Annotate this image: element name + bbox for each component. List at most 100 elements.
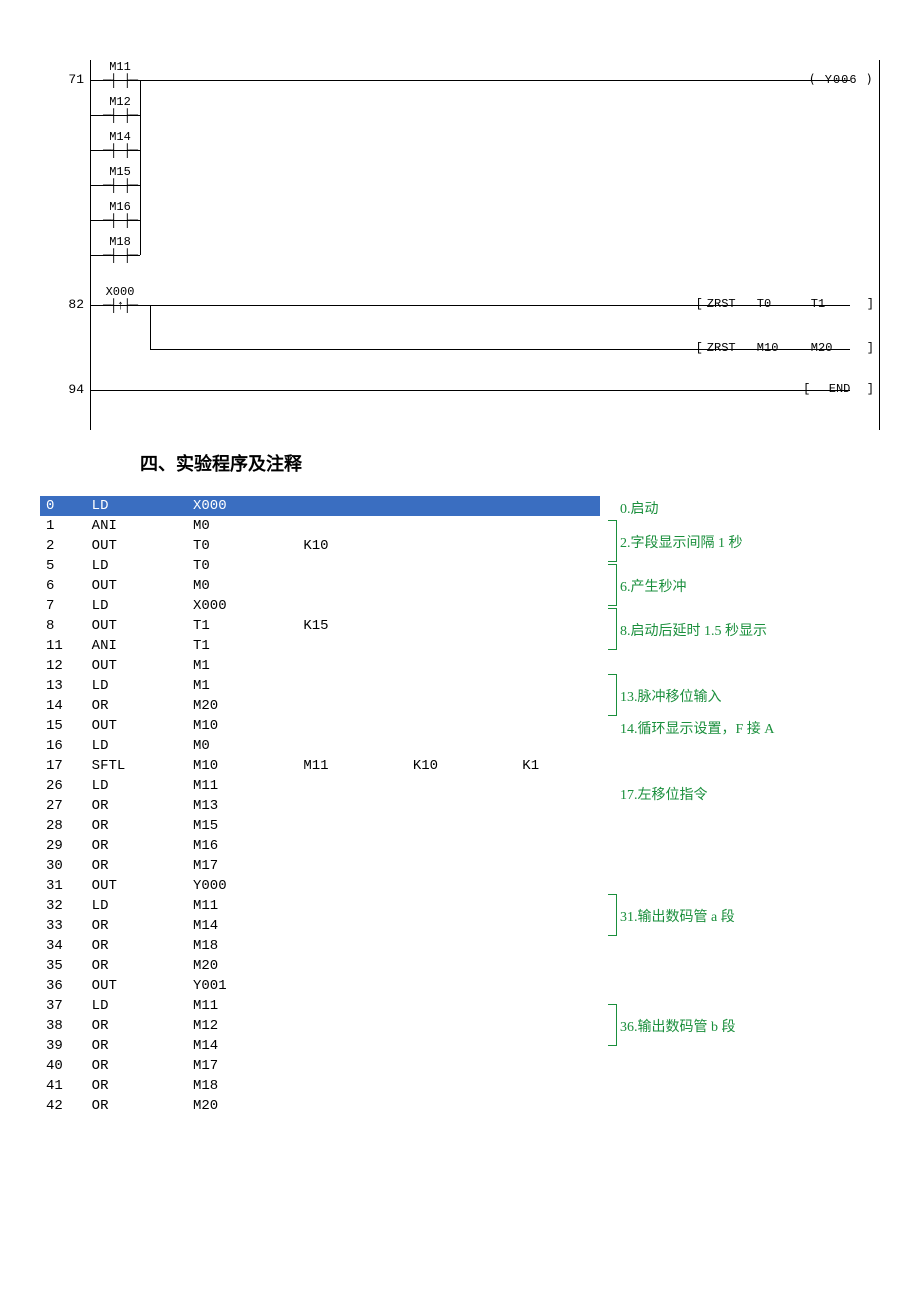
cell-a1: M0 [189, 576, 299, 596]
cell-a3: K10 [409, 756, 518, 776]
cell-a2 [299, 556, 408, 576]
table-row: 5LDT0 [40, 556, 600, 576]
box-arg: T0 [757, 297, 811, 311]
cell-op: LD [88, 996, 189, 1016]
table-row: 30ORM17 [40, 856, 600, 876]
rung-number: 71 [60, 72, 84, 87]
table-row: 39ORM14 [40, 1036, 600, 1056]
table-row: 35ORM20 [40, 956, 600, 976]
cell-a3 [409, 1016, 518, 1036]
contact-label: M11 [100, 60, 140, 74]
note-bracket-icon [608, 674, 617, 716]
cell-step: 30 [40, 856, 88, 876]
cell-step: 29 [40, 836, 88, 856]
cell-step: 14 [40, 696, 88, 716]
cell-step: 7 [40, 596, 88, 616]
ladder-wire [90, 80, 850, 81]
cell-a2 [299, 596, 408, 616]
table-row: 6OUTM0 [40, 576, 600, 596]
cell-a1: M15 [189, 816, 299, 836]
cell-step: 36 [40, 976, 88, 996]
cell-op: LD [88, 776, 189, 796]
cell-op: OR [88, 696, 189, 716]
cell-a4 [518, 856, 600, 876]
cell-step: 35 [40, 956, 88, 976]
cell-a2 [299, 1056, 408, 1076]
cell-step: 2 [40, 536, 88, 556]
cell-a4 [518, 576, 600, 596]
cell-op: OR [88, 1016, 189, 1036]
cell-a2 [299, 516, 408, 536]
table-row: 28ORM15 [40, 816, 600, 836]
table-row: 1ANIM0 [40, 516, 600, 536]
ladder-rail-right [879, 60, 880, 430]
contact-label: M12 [100, 95, 140, 109]
cell-op: OR [88, 1056, 189, 1076]
cell-a2 [299, 936, 408, 956]
cell-step: 41 [40, 1076, 88, 1096]
cell-a1: M20 [189, 696, 299, 716]
contact-no: M18 ─┤ ├─ [100, 235, 140, 263]
cell-step: 34 [40, 936, 88, 956]
cell-a2 [299, 716, 408, 736]
cell-a1: M11 [189, 896, 299, 916]
cell-a1: T1 [189, 616, 299, 636]
cell-step: 16 [40, 736, 88, 756]
cell-a4 [518, 1076, 600, 1096]
cell-a4 [518, 956, 600, 976]
table-row: 29ORM16 [40, 836, 600, 856]
cell-a4 [518, 1016, 600, 1036]
cell-op: OR [88, 1036, 189, 1056]
cell-a1: M11 [189, 996, 299, 1016]
note: 17.左移位指令 [620, 784, 708, 804]
cell-a3 [409, 936, 518, 956]
cell-a1: X000 [189, 496, 299, 516]
cell-a2 [299, 1036, 408, 1056]
cell-a2 [299, 856, 408, 876]
cell-a2 [299, 956, 408, 976]
cell-a2 [299, 736, 408, 756]
cell-a1: M10 [189, 756, 299, 776]
table-row: 31OUTY000 [40, 876, 600, 896]
note: 36.输出数码管 b 段 [620, 1016, 736, 1036]
cell-step: 39 [40, 1036, 88, 1056]
output-coil: ( Y006 ) [808, 72, 874, 87]
table-row: 37LDM11 [40, 996, 600, 1016]
note: 31.输出数码管 a 段 [620, 906, 735, 926]
cell-a4 [518, 716, 600, 736]
cell-a4 [518, 816, 600, 836]
cell-a1: M13 [189, 796, 299, 816]
cell-a4 [518, 556, 600, 576]
cell-step: 1 [40, 516, 88, 536]
note-bracket-icon [608, 894, 617, 936]
table-row: 34ORM18 [40, 936, 600, 956]
cell-a1: M17 [189, 1056, 299, 1076]
cell-step: 28 [40, 816, 88, 836]
cell-step: 37 [40, 996, 88, 1016]
cell-a4 [518, 976, 600, 996]
cell-a1: M20 [189, 1096, 299, 1116]
table-row: 26LDM11 [40, 776, 600, 796]
note: 0.启动 [620, 498, 659, 518]
table-row: 36OUTY001 [40, 976, 600, 996]
cell-op: LD [88, 676, 189, 696]
cell-a3 [409, 676, 518, 696]
cell-a3 [409, 796, 518, 816]
cell-a3 [409, 636, 518, 656]
cell-step: 32 [40, 896, 88, 916]
cell-a1: Y001 [189, 976, 299, 996]
cell-a3 [409, 916, 518, 936]
note: 14.循环显示设置，F 接 A [620, 718, 774, 738]
cell-step: 15 [40, 716, 88, 736]
table-row: 27ORM13 [40, 796, 600, 816]
box-arg: M20 [811, 341, 865, 355]
cell-op: OUT [88, 616, 189, 636]
cell-op: OR [88, 916, 189, 936]
cell-a1: M0 [189, 736, 299, 756]
cell-a4 [518, 836, 600, 856]
cell-a4 [518, 696, 600, 716]
note: 8.启动后延时 1.5 秒显示 [620, 620, 767, 640]
cell-step: 0 [40, 496, 88, 516]
cell-op: OUT [88, 536, 189, 556]
cell-a3 [409, 836, 518, 856]
